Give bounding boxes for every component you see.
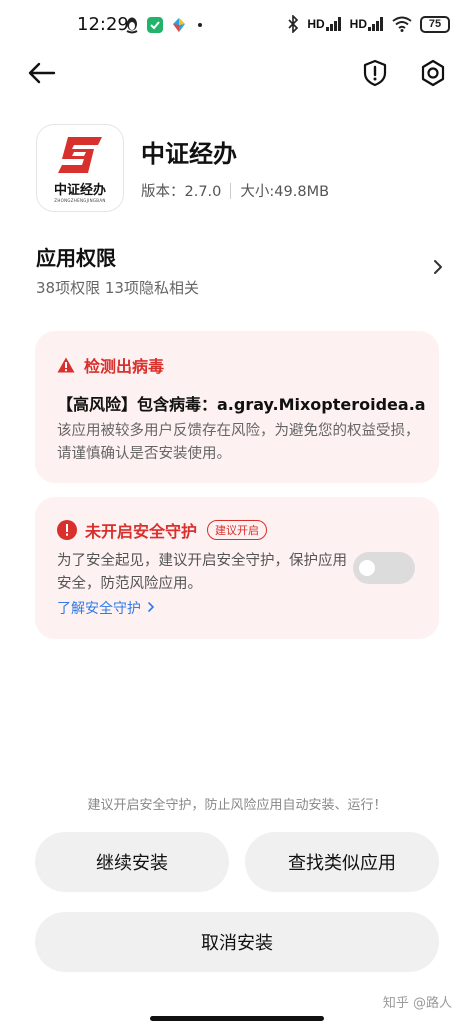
shield-alert-icon: [363, 59, 387, 87]
bottom-hint: 建议开启安全守护，防止风险应用自动安装、运行！: [87, 798, 387, 813]
app-icon: 中证经办 ZHONGZHENGJINGBAN: [36, 124, 124, 212]
security-guard-toggle[interactable]: [353, 552, 415, 584]
app-icon-label: 中证经办: [53, 183, 106, 198]
cancel-install-button[interactable]: 取消安装: [35, 912, 439, 972]
status-bar: 12:29 HD HD 75: [0, 0, 474, 50]
signal-label-2: HD: [349, 17, 367, 31]
status-system-icons: HD HD 75: [287, 15, 450, 33]
continue-install-button[interactable]: 继续安装: [35, 832, 229, 892]
app-meta: 版本：2.7.0 大小:49.8MB: [141, 180, 329, 201]
security-guard-title: 未开启安全守护: [85, 522, 198, 541]
app-icon-sublabel: ZHONGZHENGJINGBAN: [54, 198, 106, 203]
learn-link-label: 了解安全守护: [57, 601, 141, 617]
bluetooth-icon: [288, 15, 299, 33]
home-indicator[interactable]: [150, 1016, 324, 1021]
settings-button[interactable]: [418, 58, 448, 88]
signal-icon-1: HD: [307, 17, 341, 31]
watermark: 知乎 @路人: [382, 996, 452, 1011]
app-version: 版本：2.7.0: [141, 184, 222, 200]
virus-warning-card: 检测出病毒 【高风险】包含病毒：a.gray.Mixopteroidea.a 该…: [35, 331, 439, 483]
info-alert-icon: [57, 520, 77, 540]
app-logo-icon: [58, 137, 102, 173]
permissions-summary: 38项权限 13项隐私相关: [36, 279, 199, 297]
back-button[interactable]: [26, 58, 58, 90]
learn-security-guard-link[interactable]: 了解安全守护: [57, 598, 155, 618]
signal-icon-2: HD: [350, 17, 384, 31]
chevron-right-icon: [434, 260, 442, 274]
permissions-title: 应用权限: [36, 246, 116, 270]
gear-icon: [421, 59, 445, 87]
status-time: 12:29: [77, 14, 129, 35]
chevron-right-small-icon: [148, 602, 155, 612]
virus-risk-line: 【高风险】包含病毒：a.gray.Mixopteroidea.a: [57, 395, 426, 414]
toggle-knob: [359, 560, 375, 576]
recommend-badge: 建议开启: [207, 520, 268, 540]
wifi-icon: [392, 16, 412, 32]
status-notification-icons: [124, 16, 202, 34]
security-guard-description: 为了安全起见，建议开启安全守护，保护应用安全，防范风险应用。: [57, 553, 347, 592]
app-name: 中证经办: [141, 140, 237, 168]
warning-triangle-icon: [57, 357, 75, 373]
penguin-icon: [126, 17, 138, 34]
virus-warning-header: 检测出病毒: [57, 353, 164, 377]
app-size: 大小:49.8MB: [240, 184, 330, 200]
security-guard-card: 未开启安全守护 建议开启 为了安全起见，建议开启安全守护，保护应用安全，防范风险…: [35, 497, 439, 639]
meta-divider: [230, 182, 232, 199]
virus-description: 该应用被较多用户反馈存在风险，为避免您的权益受损，请谨慎确认是否安装使用。: [57, 423, 420, 462]
shield-check-app-icon: [147, 17, 163, 33]
permissions-row[interactable]: 应用权限 38项权限 13项隐私相关: [36, 242, 444, 298]
find-similar-apps-button[interactable]: 查找类似应用: [245, 832, 439, 892]
signal-label-1: HD: [307, 17, 325, 31]
arrow-left-icon: [28, 62, 56, 84]
security-guard-header: 未开启安全守护 建议开启: [57, 518, 268, 542]
virus-warning-title: 检测出病毒: [84, 357, 165, 376]
security-report-button[interactable]: [360, 58, 390, 88]
battery-indicator: 75: [420, 15, 450, 33]
more-dot-icon: [198, 23, 202, 27]
game-app-icon: [173, 18, 185, 32]
